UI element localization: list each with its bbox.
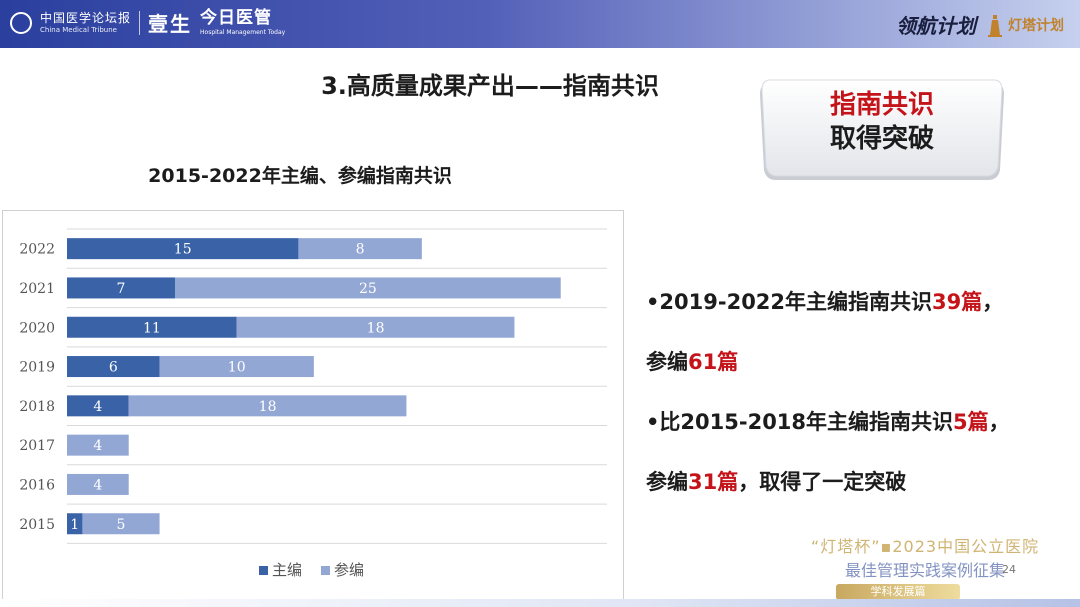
- bullet-3-number: 5篇: [953, 410, 989, 434]
- header-banner: 中国医学论坛报 China Medical Tribune 壹生 今日医管 Ho…: [0, 0, 1080, 48]
- tick-label-y: 2019: [19, 360, 55, 376]
- logo-divider: [139, 10, 141, 35]
- data-label: 4: [93, 477, 102, 493]
- bottom-band: [0, 599, 1080, 607]
- tick-label-y: 2021: [19, 281, 55, 297]
- seal-icon: [10, 11, 32, 34]
- event-watermark: “灯塔杯”▪2023中国公立医院 最佳管理实践案例征集: [790, 535, 1060, 583]
- cmt-logo-cn: 中国医学论坛报: [40, 10, 132, 25]
- data-label: 1: [70, 517, 79, 533]
- cmt-logo-en: China Medical Tribune: [40, 25, 117, 34]
- summary-text: •2019-2022年主编指南共识39篇， 参编61篇 •比2015-2018年…: [646, 272, 1066, 512]
- bullet-line-3: •比2015-2018年主编指南共识5篇，: [646, 392, 1066, 452]
- chart-frame: 2022 15 8 2021 7 25 2020 11 18 2019 6 10 2018 4 18 2017…: [2, 210, 624, 600]
- data-label: 10: [228, 360, 246, 376]
- tick-label-y: 2022: [19, 242, 55, 258]
- data-label: 15: [174, 242, 192, 258]
- bullet-line-2: 参编61篇: [646, 332, 1066, 392]
- cmt-logo: 中国医学论坛报 China Medical Tribune: [40, 12, 131, 34]
- tick-label-y: 2015: [19, 517, 55, 533]
- legend-label: 参编: [334, 561, 364, 579]
- data-label: 7: [117, 281, 126, 297]
- linghang-logo: 领航计划: [896, 14, 976, 38]
- lighthouse-icon: [988, 14, 1002, 37]
- bullet-1-number: 39篇: [932, 290, 983, 314]
- jinri-logo-cn: 今日医管: [200, 7, 273, 28]
- data-label: 4: [93, 438, 102, 454]
- section-chip: 学科发展篇: [836, 584, 960, 600]
- bullet-4-text: 参编: [646, 470, 688, 494]
- data-label: 25: [359, 281, 377, 297]
- dengta-logo-text: 灯塔计划: [1008, 17, 1064, 34]
- bullet-4-number: 31篇: [688, 470, 739, 494]
- watermark-line2: 最佳管理实践案例征集: [844, 561, 1005, 580]
- data-label: 8: [356, 242, 365, 258]
- bullet-1-text: •2019-2022年主编指南共识: [646, 290, 933, 314]
- badge-line2: 取得突破: [829, 124, 934, 154]
- data-label: 6: [109, 360, 118, 376]
- legend-swatch: [259, 566, 268, 575]
- jinri-logo: 今日医管 Hospital Management Today: [200, 7, 286, 36]
- bullet-line-4: 参编31篇，取得了一定突破: [646, 452, 1066, 512]
- watermark-line1: “灯塔杯”▪2023中国公立医院: [810, 537, 1040, 556]
- stacked-bar-chart: 2022 15 82021 7 252020 11 182019 6 102018 4 182017…: [19, 228, 607, 579]
- bullet-3-text: •比2015-2018年主编指南共识: [646, 410, 954, 434]
- legend-swatch: [321, 566, 330, 575]
- bullet-2-number: 61篇: [688, 350, 739, 374]
- data-label: 4: [93, 399, 102, 415]
- legend-label: 主编: [272, 561, 302, 579]
- tick-label-y: 2017: [19, 438, 55, 454]
- tick-label-y: 2018: [19, 399, 55, 415]
- bullet-4-suffix: ，取得了一定突破: [738, 470, 907, 494]
- badge-text: 指南共识 取得突破: [754, 88, 1010, 156]
- bullet-line-1: •2019-2022年主编指南共识39篇，: [646, 272, 1066, 332]
- highlight-badge: 指南共识 取得突破: [754, 78, 1010, 186]
- bullet-1-suffix: ，: [982, 290, 1004, 314]
- data-label: 18: [367, 320, 385, 336]
- badge-line1: 指南共识: [829, 90, 934, 120]
- data-label: 11: [143, 320, 161, 336]
- program-logos: 领航计划 灯塔计划: [896, 10, 1064, 39]
- yisheng-logo: 壹生: [148, 12, 193, 36]
- bullet-2-text: 参编: [646, 350, 688, 374]
- publisher-logos: 中国医学论坛报 China Medical Tribune 壹生 今日医管 Ho…: [10, 8, 285, 37]
- data-label: 18: [259, 399, 277, 415]
- page-number: 24: [1002, 563, 1016, 576]
- jinri-logo-en: Hospital Management Today: [200, 28, 286, 36]
- dengta-logo: 灯塔计划: [986, 13, 1064, 37]
- bullet-3-suffix: ，: [988, 410, 1010, 434]
- data-label: 5: [117, 517, 126, 533]
- chart-title: 2015-2022年主编、参编指南共识: [148, 165, 452, 187]
- tick-label-y: 2020: [19, 320, 55, 336]
- tick-label-y: 2016: [19, 477, 55, 493]
